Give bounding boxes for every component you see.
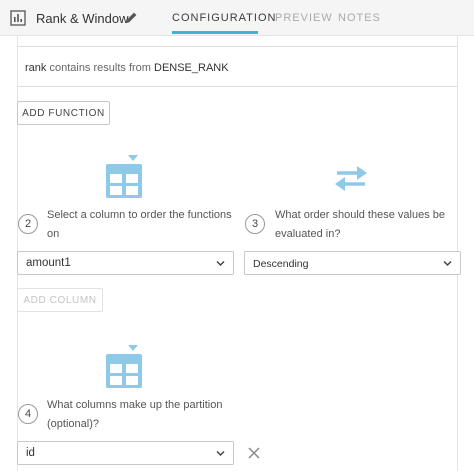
add-function-button[interactable]: ADD FUNCTION [17,101,110,125]
swap-arrows-icon [335,166,367,191]
divider [17,86,458,87]
partition-label: What columns make up the partition (opti… [47,399,223,430]
table-icon [106,345,142,388]
order-column-value: amount1 [26,257,71,269]
recipe-name[interactable]: Rank & Window [36,11,128,26]
order-column-select[interactable]: amount1 [17,251,234,275]
divider [17,46,458,47]
chevron-down-icon [443,260,452,267]
step-number: 3 [245,214,265,234]
recipe-header: Rank & Window CONFIGURATION PREVIEW NOTE… [0,0,474,36]
close-icon[interactable] [248,447,260,459]
partition-column-select[interactable]: id [17,441,234,465]
pencil-icon[interactable] [125,11,138,24]
chart-icon [10,10,26,26]
chevron-down-icon [216,450,225,457]
step-number: 4 [18,404,38,424]
order-column-label: Select a column to order the functions o… [47,209,232,240]
add-column-button[interactable]: ADD COLUMN [17,288,103,312]
sort-order-value: Descending [253,258,309,270]
output-info: rank contains results from DENSE_RANK [25,62,229,74]
sort-order-select[interactable]: Descending [244,251,461,275]
output-variable: rank [25,62,47,74]
step-number: 2 [18,214,38,234]
active-tab-indicator [172,31,258,34]
tab-configuration[interactable]: CONFIGURATION [172,12,276,24]
sort-order-label: What order should these values be evalua… [275,209,445,240]
output-info-text: contains results from [46,62,154,74]
tab-preview[interactable]: PREVIEW [275,12,333,24]
partition-column-value: id [26,447,35,459]
function-name: DENSE_RANK [154,62,229,74]
tab-notes[interactable]: NOTES [338,12,381,24]
table-icon [106,155,142,198]
chevron-down-icon [216,260,225,267]
